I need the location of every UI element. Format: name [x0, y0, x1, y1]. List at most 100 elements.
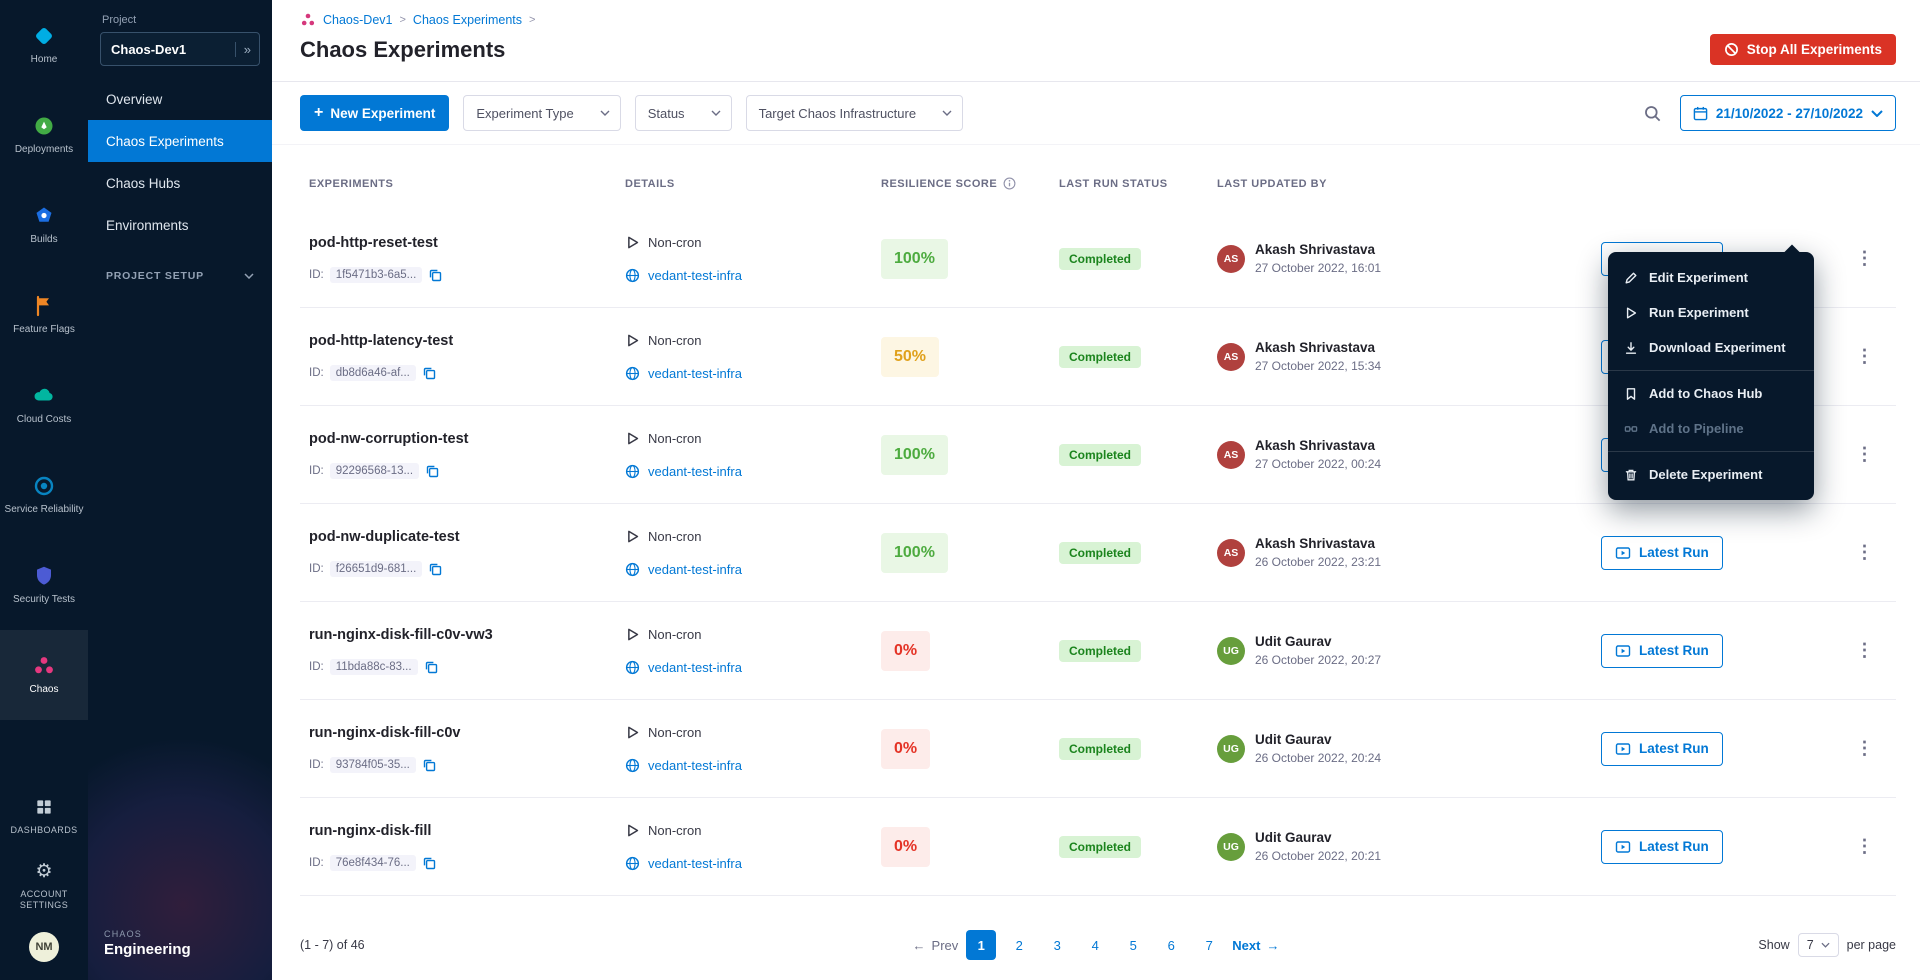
feature-flags-icon — [32, 294, 56, 318]
nav-item-feature-flags[interactable]: Feature Flags — [0, 270, 88, 360]
nav-item-deployments[interactable]: Deployments — [0, 90, 88, 180]
experiment-name[interactable]: pod-nw-duplicate-test — [309, 529, 616, 545]
row-menu-cell: ⋮ — [1824, 346, 1896, 367]
page-button[interactable]: 5 — [1118, 930, 1148, 960]
infrastructure-link[interactable]: vedant-test-infra — [648, 464, 742, 479]
copy-icon[interactable] — [428, 562, 442, 576]
page-button[interactable]: 2 — [1004, 930, 1034, 960]
nav-item-builds[interactable]: Builds — [0, 180, 88, 270]
sidebar-item[interactable]: Environments — [88, 204, 272, 246]
page-button[interactable]: 1 — [966, 930, 996, 960]
experiment-name[interactable]: run-nginx-disk-fill-c0v-vw3 — [309, 627, 616, 643]
last-updated-time: 27 October 2022, 15:34 — [1255, 359, 1381, 373]
row-menu-button[interactable]: ⋮ — [1856, 444, 1874, 465]
breadcrumb-separator: > — [529, 14, 535, 26]
score-cell: 0% — [872, 631, 1050, 671]
nav-item-home[interactable]: Home — [0, 0, 88, 90]
expand-project-icon[interactable]: » — [235, 42, 251, 57]
copy-icon[interactable] — [424, 660, 438, 674]
page-button[interactable]: 3 — [1042, 930, 1072, 960]
menu-item-run-experiment[interactable]: Run Experiment — [1608, 295, 1814, 330]
experiment-name[interactable]: run-nginx-disk-fill-c0v — [309, 725, 616, 741]
breadcrumb-link-project[interactable]: Chaos-Dev1 — [323, 13, 392, 27]
experiment-name[interactable]: run-nginx-disk-fill — [309, 823, 616, 839]
infrastructure-link[interactable]: vedant-test-infra — [648, 758, 742, 773]
latest-run-button[interactable]: Latest Run — [1601, 634, 1723, 668]
project-setup-toggle[interactable]: PROJECT SETUP — [88, 270, 272, 282]
row-menu-button[interactable]: ⋮ — [1856, 542, 1874, 563]
filter-dropdown[interactable]: Experiment Type — [463, 95, 620, 131]
sidebar-item[interactable]: Chaos Experiments — [88, 120, 272, 162]
last-updated-time: 26 October 2022, 23:21 — [1255, 555, 1381, 569]
download-icon — [1624, 341, 1638, 355]
chevron-down-icon — [600, 110, 610, 116]
experiment-name[interactable]: pod-http-latency-test — [309, 333, 616, 349]
copy-icon[interactable] — [422, 856, 436, 870]
status-badge: Completed — [1059, 248, 1141, 270]
copy-icon[interactable] — [422, 758, 436, 772]
infrastructure-link[interactable]: vedant-test-infra — [648, 562, 742, 577]
row-menu-button[interactable]: ⋮ — [1856, 640, 1874, 661]
nav-item-chaos[interactable]: Chaos — [0, 630, 88, 720]
nav-item-account-settings[interactable]: ⚙ ACCOUNT SETTINGS — [0, 850, 88, 920]
row-menu-button[interactable]: ⋮ — [1856, 836, 1874, 857]
infrastructure-link[interactable]: vedant-test-infra — [648, 856, 742, 871]
menu-item-add-to-chaos-hub[interactable]: Add to Chaos Hub — [1608, 376, 1814, 411]
latest-run-button[interactable]: Latest Run — [1601, 830, 1723, 864]
column-resilience-score: RESILIENCE SCORE — [872, 177, 1050, 190]
sidebar-item[interactable]: Chaos Hubs — [88, 162, 272, 204]
experiment-name[interactable]: pod-http-reset-test — [309, 235, 616, 251]
page-size-select[interactable]: 7 — [1798, 933, 1839, 957]
row-menu-button[interactable]: ⋮ — [1856, 346, 1874, 367]
details-cell: Non-cron vedant-test-infra — [616, 333, 872, 381]
infrastructure-link[interactable]: vedant-test-infra — [648, 366, 742, 381]
experiment-name[interactable]: pod-nw-corruption-test — [309, 431, 616, 447]
latest-run-button[interactable]: Latest Run — [1601, 536, 1723, 570]
page-button[interactable]: 7 — [1194, 930, 1224, 960]
menu-item-edit-experiment[interactable]: Edit Experiment — [1608, 260, 1814, 295]
details-cell: Non-cron vedant-test-infra — [616, 529, 872, 577]
page-button[interactable]: 6 — [1156, 930, 1186, 960]
nav-item-service-reliability[interactable]: Service Reliability — [0, 450, 88, 540]
experiment-cell: pod-http-reset-test ID: 1f5471b3-6a5... — [300, 235, 616, 283]
avatar: AS — [1217, 343, 1245, 371]
infrastructure-icon — [625, 268, 640, 283]
service-reliability-icon — [32, 474, 56, 498]
sidebar-item[interactable]: Overview — [88, 78, 272, 120]
menu-item-delete-experiment[interactable]: Delete Experiment — [1608, 457, 1814, 492]
filter-label: Status — [648, 106, 685, 121]
pagination-summary: (1 - 7) of 46 — [300, 938, 365, 952]
user-avatar[interactable]: NM — [29, 932, 59, 962]
nav-item-security-tests[interactable]: Security Tests — [0, 540, 88, 630]
gear-icon: ⚙ — [32, 859, 56, 883]
updated-by-cell: UG Udit Gaurav 26 October 2022, 20:27 — [1208, 634, 1592, 667]
nav-item-cloud-costs[interactable]: Cloud Costs — [0, 360, 88, 450]
row-menu-cell: ⋮ — [1824, 542, 1896, 563]
copy-icon[interactable] — [425, 464, 439, 478]
breadcrumb-link-experiments[interactable]: Chaos Experiments — [413, 13, 522, 27]
date-range-picker[interactable]: 21/10/2022 - 27/10/2022 — [1680, 95, 1896, 131]
prev-page-button[interactable]: ← Prev — [913, 938, 959, 953]
menu-item-add-to-pipeline[interactable]: Add to Pipeline — [1608, 411, 1814, 446]
new-experiment-button[interactable]: + New Experiment — [300, 95, 449, 131]
infrastructure-link[interactable]: vedant-test-infra — [648, 268, 742, 283]
latest-run-button[interactable]: Latest Run — [1601, 732, 1723, 766]
filter-dropdown[interactable]: Target Chaos Infrastructure — [746, 95, 964, 131]
search-button[interactable] — [1639, 100, 1666, 127]
nav-item-dashboards[interactable]: DASHBOARDS — [0, 780, 88, 850]
stop-all-experiments-button[interactable]: Stop All Experiments — [1710, 34, 1896, 65]
menu-item-download-experiment[interactable]: Download Experiment — [1608, 330, 1814, 365]
infrastructure-link[interactable]: vedant-test-infra — [648, 660, 742, 675]
play-icon — [625, 235, 640, 250]
copy-icon[interactable] — [422, 366, 436, 380]
resilience-score-badge: 100% — [881, 533, 948, 573]
page-button[interactable]: 4 — [1080, 930, 1110, 960]
filter-dropdown[interactable]: Status — [635, 95, 732, 131]
next-page-button[interactable]: Next → — [1232, 938, 1279, 953]
updated-by-cell: AS Akash Shrivastava 27 October 2022, 15… — [1208, 340, 1592, 373]
score-cell: 0% — [872, 729, 1050, 769]
project-selector[interactable]: Chaos-Dev1 » — [100, 32, 260, 66]
copy-icon[interactable] — [428, 268, 442, 282]
row-menu-button[interactable]: ⋮ — [1856, 248, 1874, 269]
row-menu-button[interactable]: ⋮ — [1856, 738, 1874, 759]
